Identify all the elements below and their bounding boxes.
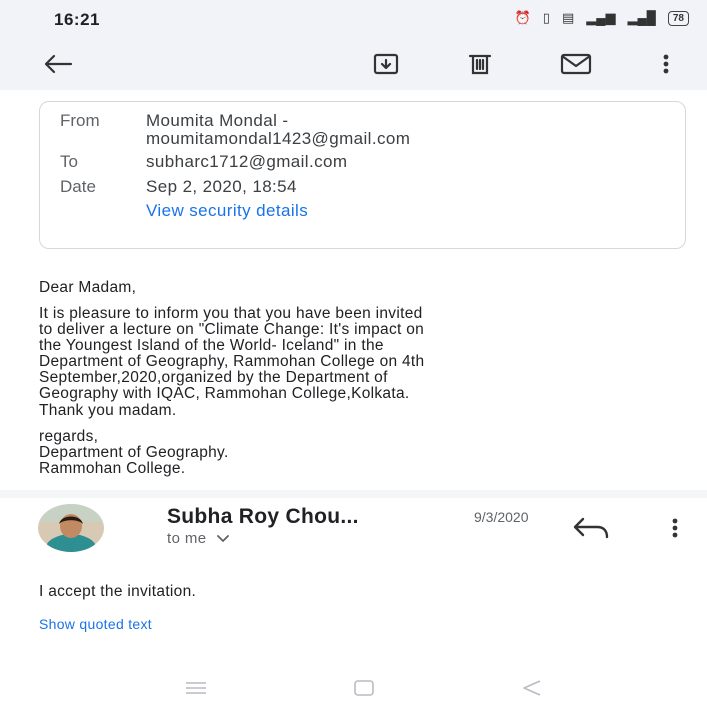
reply-text: I accept the invitation.: [39, 583, 197, 600]
paragraph-line: Geography with IQAC, Rammohan College,Ko…: [39, 385, 410, 402]
email-greeting: Dear Madam,: [39, 279, 137, 296]
menu-icon[interactable]: [183, 678, 209, 698]
signoff-line: Rammohan College.: [39, 460, 186, 477]
app-bar: [0, 38, 707, 90]
avatar[interactable]: [38, 504, 104, 552]
paragraph-line: to deliver a lecture on "Climate Change:…: [39, 321, 425, 338]
status-bar: 16:21 ⏰ ▯ ▤ ▂▄▆ ▂▄█ 78: [0, 0, 707, 38]
date-value: Sep 2, 2020, 18:54: [146, 177, 297, 196]
paragraph-line: It is pleasure to inform you that you ha…: [39, 305, 423, 322]
paragraph-line: September,2020,organized by the Departme…: [39, 369, 388, 386]
chevron-down-icon: [217, 530, 229, 547]
recipient-details-toggle[interactable]: to me: [167, 530, 229, 547]
reply-date: 9/3/2020: [474, 509, 529, 525]
home-icon[interactable]: [352, 678, 376, 698]
more-vert-icon[interactable]: [654, 48, 678, 80]
back-nav-icon[interactable]: [520, 678, 544, 698]
to-email[interactable]: subharc1712@gmail.com: [146, 152, 347, 172]
alarm-icon: ⏰: [514, 10, 531, 25]
archive-icon[interactable]: [368, 48, 404, 80]
trash-icon[interactable]: [462, 48, 498, 80]
show-quoted-text-link[interactable]: Show quoted text: [39, 616, 152, 632]
message-more-icon[interactable]: [667, 515, 683, 541]
status-time: 16:21: [54, 10, 100, 29]
mail-icon[interactable]: [556, 48, 596, 80]
from-label: From: [60, 111, 100, 130]
recipient-label: to me: [167, 530, 207, 547]
paragraph-line: the Youngest Island of the World- Icelan…: [39, 337, 384, 354]
reply-icon[interactable]: [572, 515, 612, 541]
to-label: To: [60, 152, 78, 171]
sim-icon: ▤: [561, 10, 575, 25]
email-thanks: Thank you madam.: [39, 402, 177, 419]
date-label: Date: [60, 177, 96, 196]
back-arrow-icon[interactable]: [40, 48, 76, 80]
email-paragraph: It is pleasure to inform you that you ha…: [39, 306, 689, 402]
signoff-line: Department of Geography.: [39, 444, 229, 461]
status-icons: ⏰ ▯ ▤ ▂▄▆ ▂▄█ 78: [515, 10, 689, 26]
vibrate-icon: ▯: [542, 10, 550, 25]
reply-sender-name: Subha Roy Chou...: [167, 505, 359, 528]
navigation-bar: [0, 670, 707, 706]
from-name: Moumita Mondal -: [146, 111, 289, 130]
view-security-details-link[interactable]: View security details: [146, 201, 308, 221]
signal-icon: ▂▄▆: [586, 10, 616, 25]
signoff-line: regards,: [39, 428, 99, 445]
email-signoff: regards, Department of Geography. Rammoh…: [39, 429, 689, 477]
battery-indicator: 78: [667, 10, 689, 26]
wifi-icon: ▂▄█: [627, 10, 656, 25]
paragraph-line: Department of Geography, Rammohan Colleg…: [39, 353, 425, 370]
from-email[interactable]: moumitamondal1423@gmail.com: [146, 129, 410, 149]
message-divider: [0, 490, 707, 498]
email-header-card: From Moumita Mondal - moumitamondal1423@…: [39, 101, 686, 249]
